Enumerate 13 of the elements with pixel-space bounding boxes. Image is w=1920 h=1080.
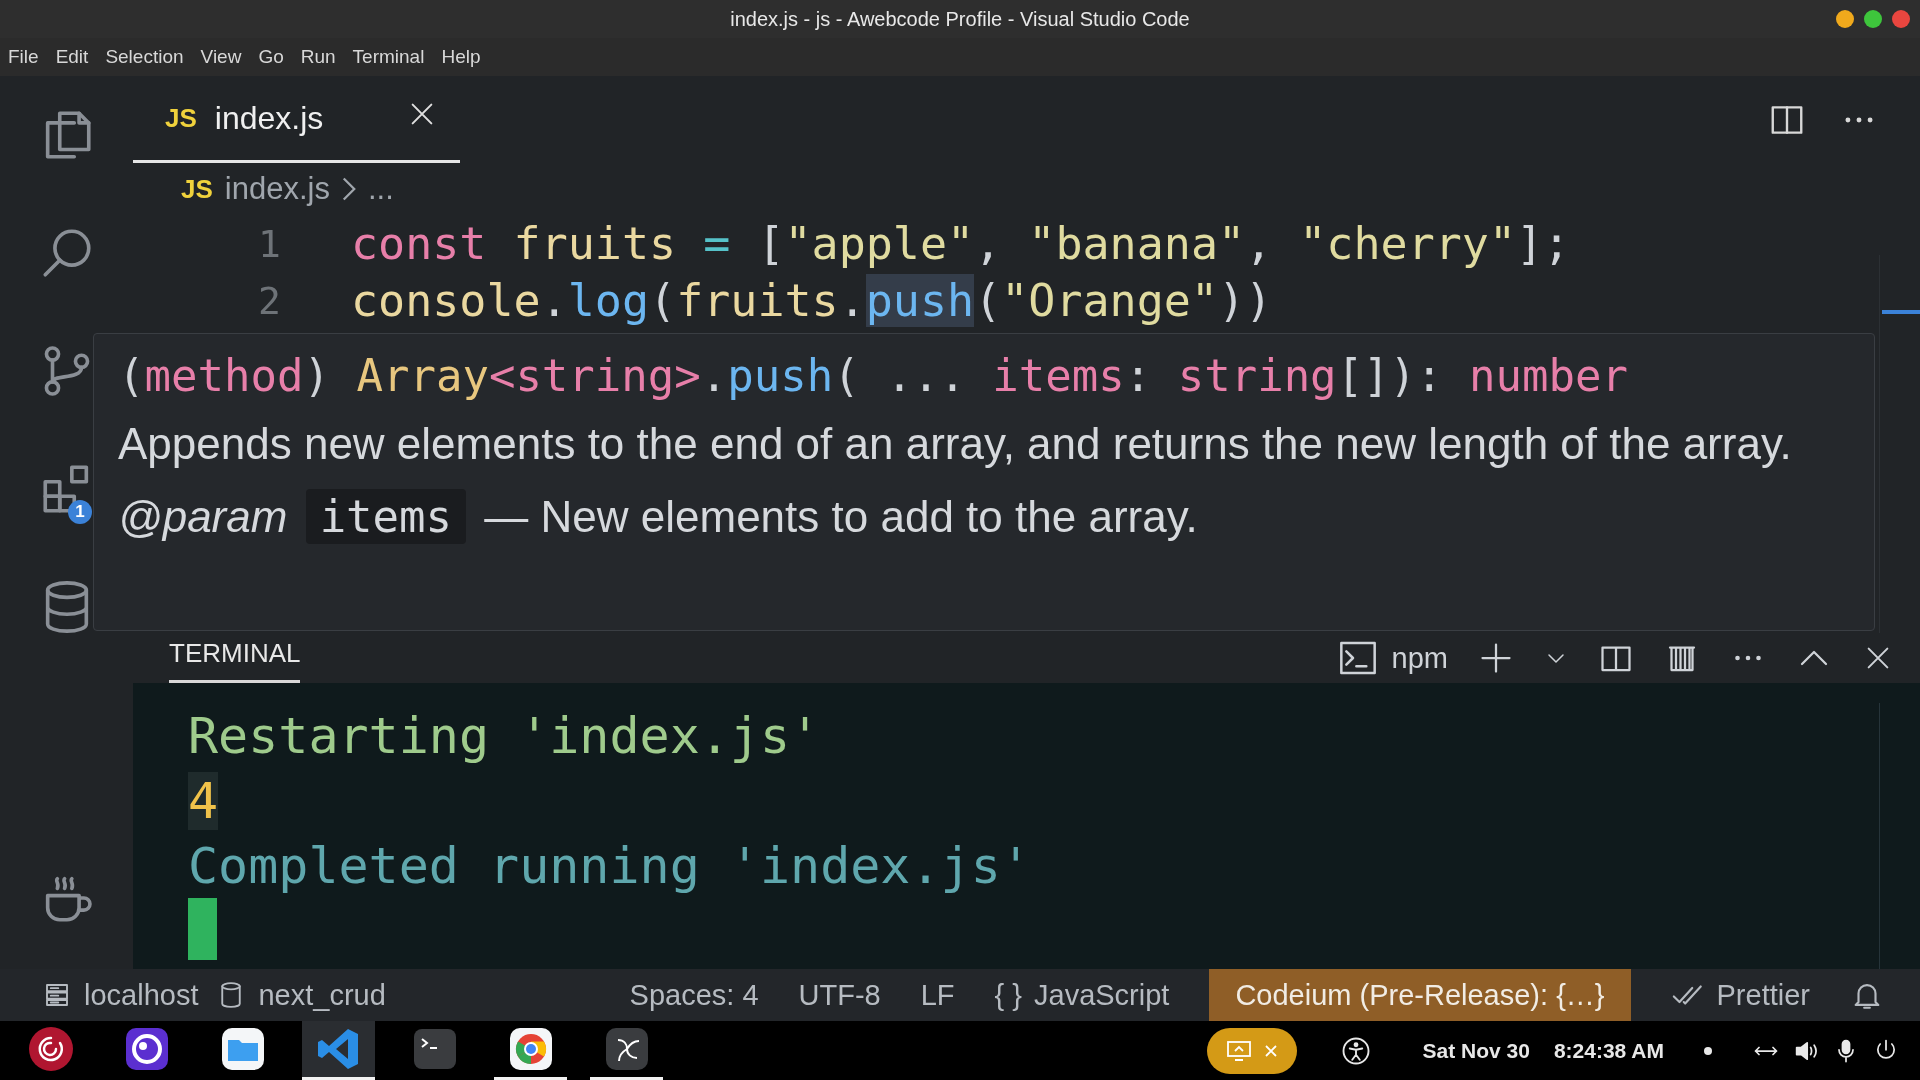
- terminal-line: Restarting 'index.js': [188, 706, 821, 765]
- param-doc: @param items — New elements to add to the array.: [118, 491, 1199, 542]
- notification-badge: 1: [68, 500, 92, 524]
- file-type-label: JS: [181, 173, 213, 205]
- hover-description: Appends new elements to the end of an array, and returns the new length of the array.: [118, 418, 1793, 470]
- terminal-line: Completed running 'index.js': [188, 836, 1031, 895]
- method-signature: (method) Array<string>.push( ... items: string[]): number: [118, 350, 1630, 401]
- window-title: index.js - js - Awebcode Profile - Visual Studio Code: [730, 7, 1190, 31]
- code-line: const fruits = ["apple", "banana", "cherry"];: [351, 217, 1571, 270]
- code-line: console.log(fruits.push("Orange")): [351, 274, 1273, 327]
- line-number: 1: [257, 221, 281, 266]
- braces-icon: { }: [994, 978, 1022, 1012]
- line-number: 2: [257, 278, 281, 323]
